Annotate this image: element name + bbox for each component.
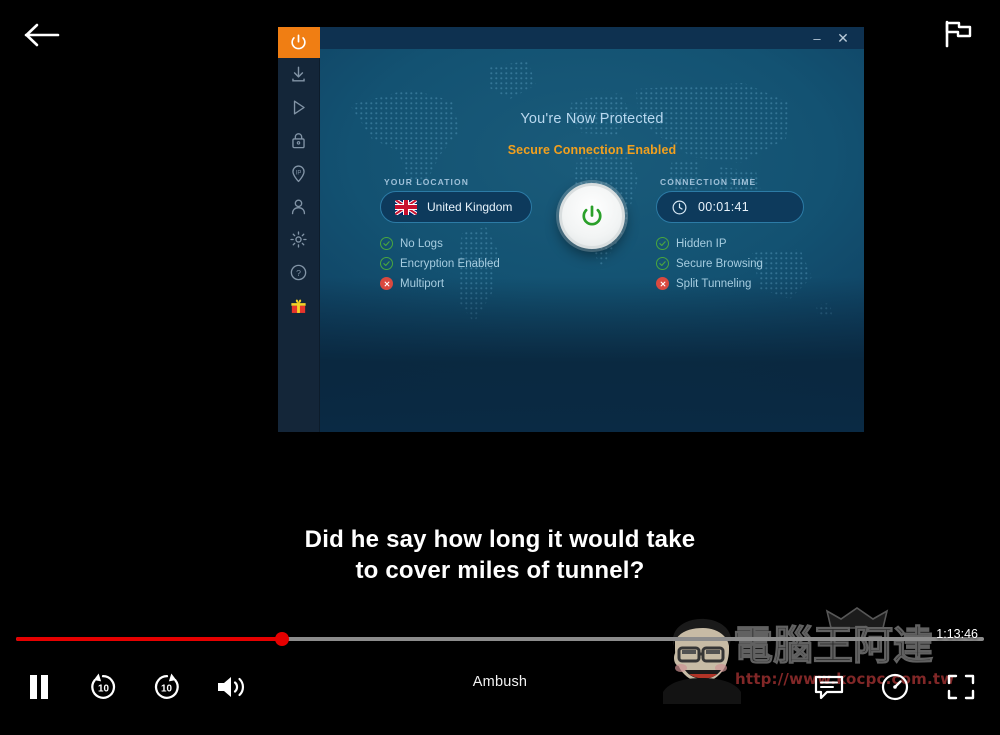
connection-time-display: 00:01:41	[656, 191, 804, 223]
gift-icon	[291, 299, 306, 313]
sidebar-item-security[interactable]	[278, 124, 320, 157]
subtitles-button[interactable]	[808, 666, 850, 708]
sidebar-item-power[interactable]	[278, 27, 320, 58]
speed-gauge-icon	[881, 673, 909, 701]
vpn-sidebar: IP ?	[278, 27, 320, 432]
cross-icon	[380, 277, 393, 290]
sidebar-item-help[interactable]: ?	[278, 256, 320, 289]
playback-speed-button[interactable]	[874, 666, 916, 708]
feature-hidden-ip: Hidden IP	[656, 237, 763, 250]
sidebar-item-settings[interactable]	[278, 223, 320, 256]
connection-time-label: CONNECTION TIME	[660, 177, 757, 187]
feature-label: Hidden IP	[676, 237, 727, 250]
gear-icon	[290, 231, 307, 248]
vpn-status-row: YOUR LOCATION United Kingdom No Logs Enc…	[320, 175, 864, 295]
subtitles-icon	[814, 675, 844, 700]
play-icon	[293, 100, 305, 115]
vpn-application-window: IP ? – ✕ You're Now Protected Secure Con…	[278, 27, 864, 432]
svg-text:IP: IP	[296, 170, 302, 176]
check-icon	[380, 257, 393, 270]
fullscreen-icon	[947, 674, 975, 700]
connection-time-value: 00:01:41	[698, 200, 750, 214]
progress-handle[interactable]	[275, 632, 290, 646]
close-button[interactable]: ✕	[830, 28, 856, 48]
location-value: United Kingdom	[427, 200, 513, 214]
subtitle-line-1: Did he say how long it would take	[304, 526, 696, 553]
download-icon	[292, 66, 305, 82]
feature-split-tunneling: Split Tunneling	[656, 277, 763, 290]
sidebar-item-ip[interactable]: IP	[278, 157, 320, 190]
vpn-content: You're Now Protected Secure Connection E…	[320, 111, 864, 432]
feature-no-logs: No Logs	[380, 237, 500, 250]
power-icon	[582, 205, 602, 226]
location-selector[interactable]: United Kingdom	[380, 191, 532, 223]
time-remaining-label: 1:13:46	[936, 627, 978, 641]
feature-label: Multiport	[400, 277, 445, 290]
feature-label: Secure Browsing	[676, 257, 763, 270]
progress-fill	[16, 637, 283, 641]
power-icon	[291, 34, 306, 50]
check-icon	[656, 237, 669, 250]
back-arrow-icon	[24, 23, 60, 47]
player-controls-right	[808, 666, 982, 708]
fullscreen-button[interactable]	[940, 666, 982, 708]
sidebar-item-account[interactable]	[278, 190, 320, 223]
user-icon	[291, 199, 306, 215]
watermark-crown-icon	[825, 607, 889, 629]
feature-encryption-enabled: Encryption Enabled	[380, 257, 500, 270]
vpn-titlebar: – ✕	[320, 27, 864, 49]
sidebar-item-download[interactable]	[278, 58, 320, 91]
features-right: Hidden IP Secure Browsing Split Tunnelin…	[656, 237, 763, 297]
svg-text:?: ?	[296, 268, 301, 278]
feature-label: No Logs	[400, 237, 443, 250]
check-icon	[380, 237, 393, 250]
lock-icon	[292, 133, 305, 149]
feature-label: Split Tunneling	[676, 277, 752, 290]
minimize-button[interactable]: –	[804, 28, 830, 48]
report-flag-button[interactable]	[934, 12, 982, 56]
progress-bar[interactable]	[16, 632, 984, 646]
cross-icon	[656, 277, 669, 290]
sidebar-item-streaming[interactable]	[278, 91, 320, 124]
feature-secure-browsing: Secure Browsing	[656, 257, 763, 270]
united-kingdom-flag-icon	[395, 199, 417, 215]
flag-icon	[945, 20, 972, 48]
vpn-headline: You're Now Protected	[520, 111, 664, 127]
vpn-main-panel: – ✕ You're Now Protected Secure Connecti…	[320, 27, 864, 432]
feature-multiport: Multiport	[380, 277, 500, 290]
vpn-power-button[interactable]	[559, 183, 625, 249]
clock-icon	[672, 200, 687, 214]
player-control-bar: 10 10 Ambush	[0, 660, 1000, 722]
back-button[interactable]	[18, 14, 66, 56]
sidebar-item-offers[interactable]	[278, 289, 320, 322]
video-player-screen: IP ? – ✕ You're Now Protected Secure Con…	[0, 0, 1000, 735]
location-label: YOUR LOCATION	[384, 177, 469, 187]
vpn-subhead: Secure Connection Enabled	[507, 143, 677, 157]
check-icon	[656, 257, 669, 270]
video-subtitle: Did he say how long it would take to cov…	[0, 524, 1000, 586]
question-icon: ?	[290, 264, 307, 281]
features-left: No Logs Encryption Enabled Multiport	[380, 237, 500, 297]
feature-label: Encryption Enabled	[400, 257, 500, 270]
subtitle-line-2: to cover miles of tunnel?	[355, 557, 645, 584]
ip-pin-icon: IP	[292, 165, 305, 183]
